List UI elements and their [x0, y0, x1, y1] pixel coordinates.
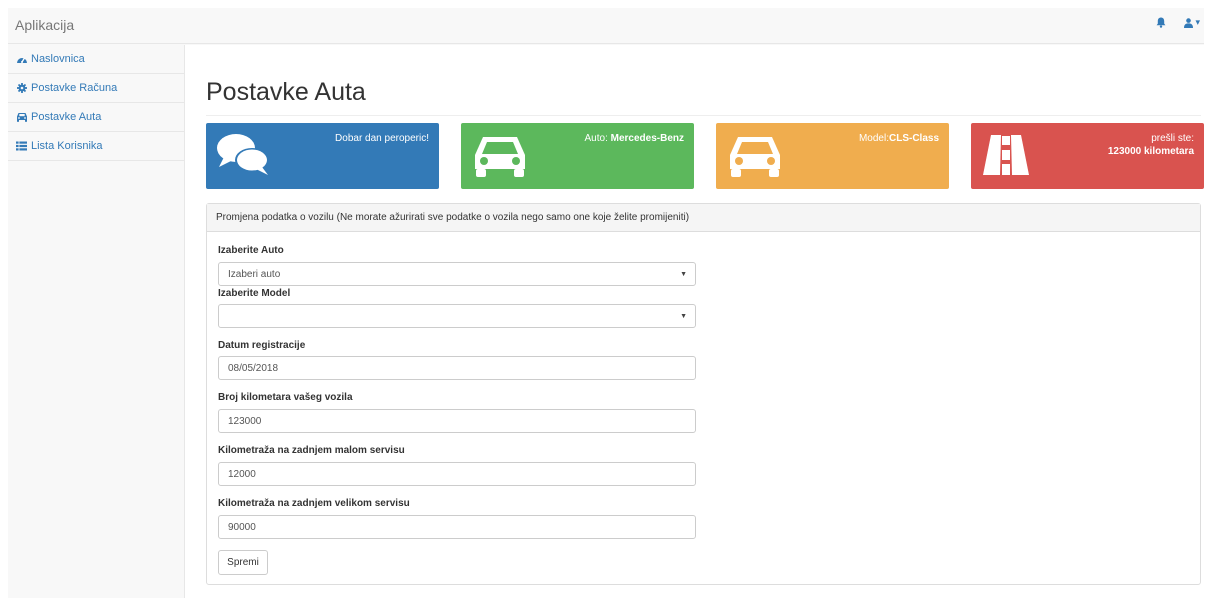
sidebar-item-naslovnica[interactable]: Naslovnica — [8, 45, 184, 74]
greeting-panel: Dobar dan peroperic! — [206, 123, 439, 189]
sidebar-item-label: Naslovnica — [31, 53, 85, 65]
model-text: Model:CLS-Class — [858, 133, 939, 144]
small-service-label: Kilometraža na zadnjem malom servisu — [218, 445, 405, 456]
vehicle-form-panel: Promjena podatka o vozilu (Ne morate ažu… — [206, 203, 1201, 585]
sidebar: Naslovnica Postavke Računa Postavke Auta… — [8, 45, 184, 598]
form-heading: Promjena podatka o vozilu (Ne morate ažu… — [207, 204, 1200, 232]
km-panel: prešli ste: 123000 kilometara — [971, 123, 1204, 189]
app-frame: Aplikacija ▾ Naslovnica Postavke Računa … — [8, 8, 1204, 598]
auto-panel: Auto: Mercedes-Benz — [461, 123, 694, 189]
sidebar-item-lista-korisnika[interactable]: Lista Korisnika — [8, 132, 184, 161]
km-text: prešli ste: 123000 kilometara — [1107, 133, 1194, 157]
gear-icon — [15, 83, 28, 94]
sidebar-item-postavke-auta[interactable]: Postavke Auta — [8, 103, 184, 132]
save-button[interactable]: Spremi — [218, 550, 268, 575]
model-select[interactable]: ▼ — [218, 304, 696, 328]
auto-select-label: Izaberite Auto — [218, 245, 284, 256]
user-icon — [1184, 17, 1194, 28]
dropdown-arrow-icon: ▼ — [680, 271, 687, 278]
auto-select[interactable]: Izaberi auto ▼ — [218, 262, 696, 286]
model-panel: Model:CLS-Class — [716, 123, 949, 189]
model-select-label: Izaberite Model — [218, 288, 291, 299]
page-title: Postavke Auta — [206, 78, 366, 106]
sidebar-item-label: Lista Korisnika — [31, 140, 103, 152]
registration-date-input[interactable]: 08/05/2018 — [218, 356, 696, 380]
small-service-input[interactable]: 12000 — [218, 462, 696, 486]
sidebar-item-postavke-racuna[interactable]: Postavke Računa — [8, 74, 184, 103]
dropdown-arrow-icon: ▼ — [680, 313, 687, 320]
km-label: Broj kilometara vašeg vozila — [218, 392, 353, 403]
navbar-right: ▾ — [1156, 17, 1204, 28]
bell-icon[interactable] — [1156, 17, 1166, 28]
road-icon — [981, 131, 1031, 186]
sidebar-item-label: Postavke Računa — [31, 82, 118, 94]
app-brand[interactable]: Aplikacija — [15, 17, 74, 33]
sidebar-item-label: Postavke Auta — [31, 111, 102, 123]
user-menu-toggle[interactable]: ▾ — [1184, 17, 1200, 28]
km-input[interactable]: 123000 — [218, 409, 696, 433]
date-label: Datum registracije — [218, 340, 306, 351]
list-icon — [15, 141, 28, 152]
top-navbar: Aplikacija ▾ — [8, 8, 1204, 44]
car-icon — [726, 131, 784, 186]
big-service-label: Kilometraža na zadnjem velikom servisu — [218, 498, 410, 509]
comments-icon — [216, 131, 272, 182]
greeting-text: Dobar dan peroperic! — [335, 133, 429, 144]
main-content: Postavke Auta Dobar dan peroperic! Auto:… — [184, 45, 1204, 598]
chevron-down-icon: ▾ — [1195, 17, 1200, 27]
dashboard-icon — [15, 54, 28, 65]
title-divider — [206, 115, 1201, 116]
big-service-input[interactable]: 90000 — [218, 515, 696, 539]
auto-text: Auto: Mercedes-Benz — [584, 133, 685, 144]
car-icon — [471, 131, 529, 186]
car-icon — [15, 112, 28, 123]
